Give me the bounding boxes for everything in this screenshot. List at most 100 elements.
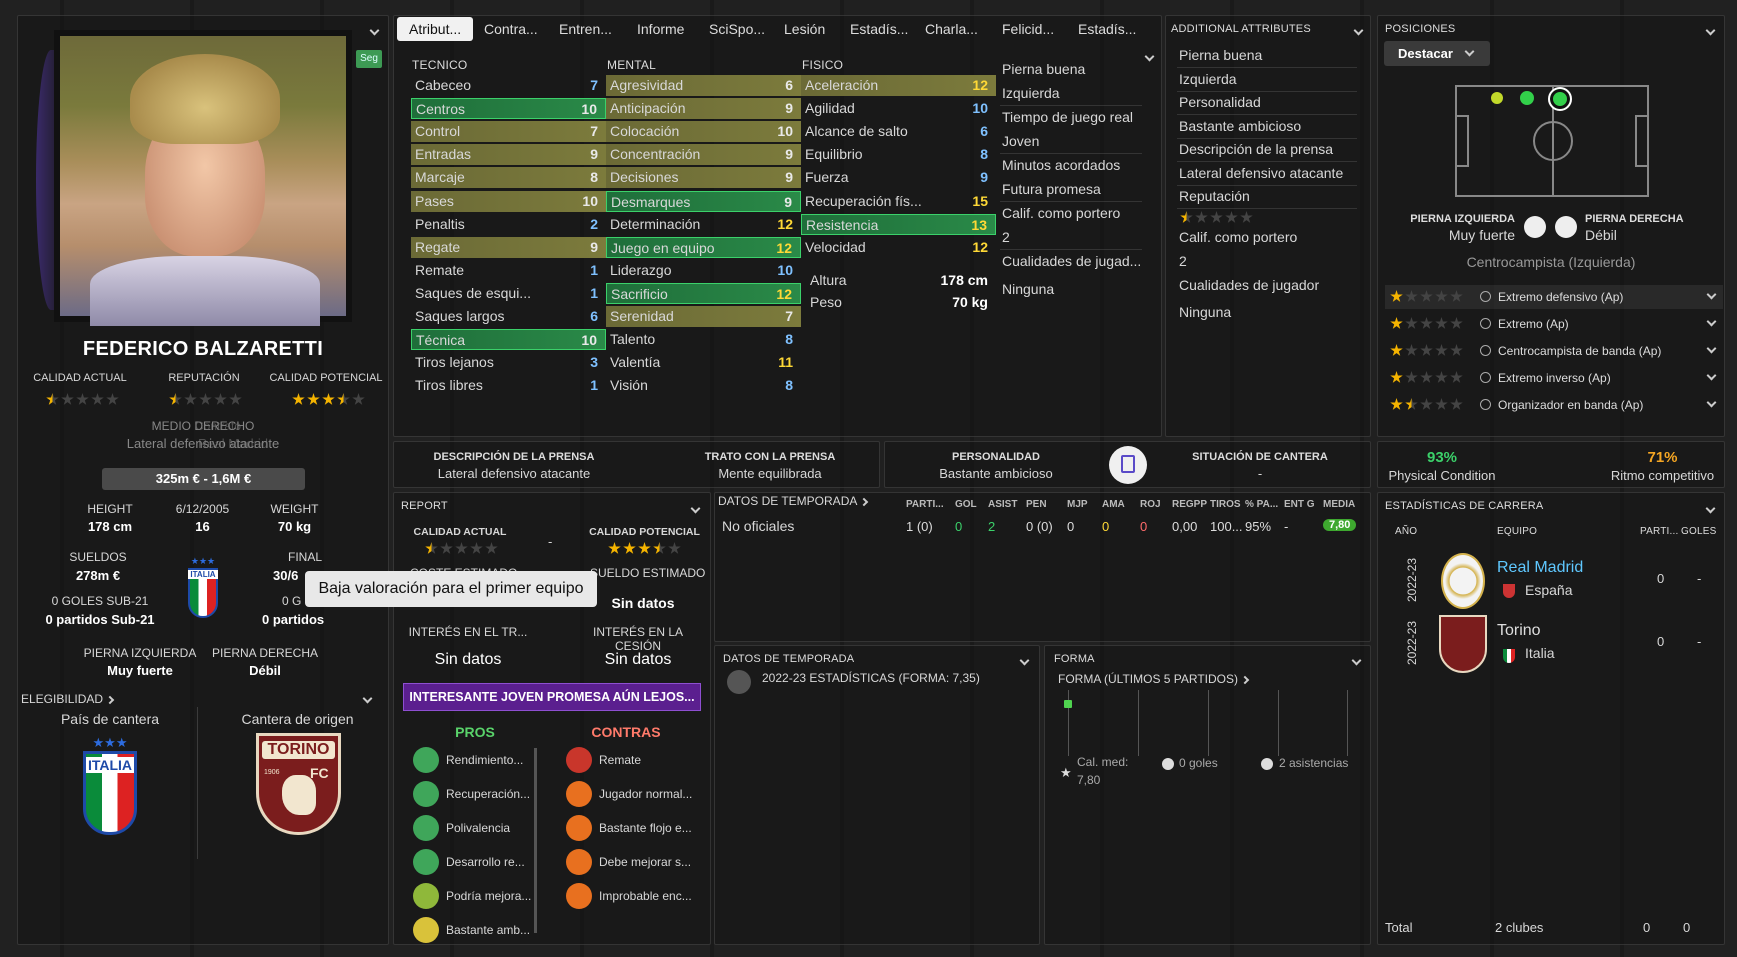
- attr-row-tecnico[interactable]: Penaltis 2: [411, 214, 606, 235]
- role-row[interactable]: Extremo inverso (Ap): [1385, 366, 1723, 390]
- attr-row-mental[interactable]: Serenidad 7: [606, 306, 801, 327]
- con-item[interactable]: Bastante flojo e...: [599, 821, 692, 835]
- attr-row-fisico[interactable]: Recuperación fís... 15: [801, 191, 996, 212]
- attr-row-mental[interactable]: Valentía 11: [606, 352, 801, 373]
- pro-item[interactable]: Podría mejora...: [446, 889, 531, 903]
- tab-4[interactable]: SciSpo...: [697, 17, 777, 41]
- right-foot-label: PIERNA DERECHA: [211, 646, 319, 660]
- attr-row-mental[interactable]: Determinación 12: [606, 214, 801, 235]
- attr-row-tecnico[interactable]: Control 7: [411, 121, 606, 143]
- report-chevron[interactable]: [690, 500, 701, 515]
- tab-6[interactable]: Estadís...: [838, 17, 920, 41]
- tab-7[interactable]: Charla...: [913, 17, 990, 41]
- attr-row-mental[interactable]: Talento 8: [606, 329, 801, 350]
- career-team[interactable]: Torino: [1497, 622, 1541, 640]
- attr-row-tecnico[interactable]: Pases 10: [411, 190, 606, 212]
- attr-row-tecnico[interactable]: Centros 10: [411, 98, 606, 120]
- attr-row-mental[interactable]: Agresividad 6: [606, 75, 801, 96]
- info-icon[interactable]: [1480, 399, 1491, 410]
- positions-chevron[interactable]: [1705, 22, 1716, 37]
- con-item[interactable]: Debe mejorar s...: [599, 855, 691, 869]
- attr-row-mental[interactable]: Juego en equipo 12: [606, 236, 801, 258]
- pro-item[interactable]: Desarrollo re...: [446, 855, 525, 869]
- con-item[interactable]: Jugador normal...: [599, 787, 692, 801]
- info-icon[interactable]: [1480, 318, 1491, 329]
- profile-menu-chevron[interactable]: [369, 22, 380, 37]
- pro-item[interactable]: Recuperación...: [446, 787, 530, 801]
- info-icon[interactable]: [1480, 291, 1491, 302]
- attr-row-tecnico[interactable]: Saques de esqui... 1: [411, 283, 606, 304]
- attr-row-fisico[interactable]: Resistencia 13: [801, 213, 996, 235]
- attr-row-tecnico[interactable]: Regate 9: [411, 236, 606, 258]
- attr-row-mental[interactable]: Concentración 9: [606, 144, 801, 166]
- role-row[interactable]: Centrocampista de banda (Ap): [1385, 339, 1723, 363]
- career-title: ESTADÍSTICAS DE CARRERA: [1385, 500, 1544, 512]
- season-stats-chevron[interactable]: [1019, 652, 1030, 667]
- role-row[interactable]: Extremo defensivo (Ap): [1385, 285, 1723, 309]
- attr-row-fisico[interactable]: Agilidad 10: [801, 98, 996, 119]
- info-icon[interactable]: [1480, 372, 1491, 383]
- attr-row-mental[interactable]: Desmarques 9: [606, 190, 801, 212]
- con-item[interactable]: Remate: [599, 753, 641, 767]
- role-row[interactable]: Organizador en banda (Ap): [1385, 393, 1723, 417]
- tab-2[interactable]: Entren...: [547, 17, 624, 41]
- attr-row-mental[interactable]: Liderazgo 10: [606, 260, 801, 281]
- role-row[interactable]: Extremo (Ap): [1385, 312, 1723, 336]
- attr-row-mental[interactable]: Colocación 10: [606, 121, 801, 143]
- highlight-dropdown[interactable]: Destacar: [1384, 41, 1490, 66]
- tab-3[interactable]: Informe: [625, 17, 696, 41]
- attr-row-fisico[interactable]: Equilibrio 8: [801, 144, 996, 165]
- attr-row-tecnico[interactable]: Entradas 9: [411, 144, 606, 166]
- attr-row-tecnico[interactable]: Marcaje 8: [411, 167, 606, 189]
- career-total-apps: 0: [1643, 920, 1651, 935]
- pro-item[interactable]: Polivalencia: [446, 821, 510, 835]
- position-dot-aml[interactable]: [1548, 87, 1572, 111]
- chevron-down-icon[interactable]: [1706, 370, 1717, 381]
- attr-row-mental[interactable]: Decisiones 9: [606, 167, 801, 189]
- attr-row-mental[interactable]: Visión 8: [606, 375, 801, 396]
- attr-row-fisico[interactable]: Velocidad 12: [801, 237, 996, 258]
- attr-row-mental[interactable]: Sacrificio 12: [606, 282, 801, 304]
- info-icon[interactable]: [1480, 345, 1491, 356]
- pro-item[interactable]: Bastante amb...: [446, 923, 530, 937]
- tab-9[interactable]: Estadís...: [1066, 17, 1148, 41]
- chevron-down-icon[interactable]: [1706, 316, 1717, 327]
- status-badge[interactable]: Seg: [356, 50, 382, 68]
- tab-0[interactable]: Atribut...: [397, 17, 473, 41]
- pro-item[interactable]: Rendimiento...: [446, 753, 523, 767]
- tab-5[interactable]: Lesión: [772, 17, 837, 41]
- career-chevron[interactable]: [1705, 500, 1716, 515]
- con-item[interactable]: Improbable enc...: [599, 889, 692, 903]
- chevron-down-icon[interactable]: [1706, 289, 1717, 300]
- season-data-title-link[interactable]: DATOS DE TEMPORADA: [718, 494, 869, 508]
- attr-row-tecnico[interactable]: Saques largos 6: [411, 306, 606, 327]
- position-dot-ml[interactable]: [1520, 91, 1534, 105]
- attr-row-fisico[interactable]: Fuerza 9: [801, 167, 996, 188]
- career-team[interactable]: Real Madrid: [1497, 559, 1583, 577]
- chevron-down-icon[interactable]: [1706, 397, 1717, 408]
- notepad-icon[interactable]: [1109, 446, 1147, 484]
- attr-row-fisico[interactable]: Aceleración 12: [801, 75, 996, 96]
- report-summary-button[interactable]: INTERESANTE JOVEN PROMESA AÚN LEJOS...: [403, 683, 701, 711]
- tabs-overflow-chevron[interactable]: [1144, 48, 1155, 63]
- additional-attributes-chevron[interactable]: [1353, 22, 1364, 37]
- form-sub-link[interactable]: FORMA (ÚLTIMOS 5 PARTIDOS): [1058, 672, 1250, 686]
- attr-row-tecnico[interactable]: Remate 1: [411, 260, 606, 281]
- value-range[interactable]: 325m € - 1,6M €: [102, 468, 305, 490]
- pros-scrollbar[interactable]: [534, 748, 537, 933]
- position-dot-dm[interactable]: [1491, 92, 1503, 104]
- form-dot[interactable]: [1064, 700, 1072, 708]
- eligibility-collapse-chevron[interactable]: [362, 690, 373, 705]
- tab-8[interactable]: Felicid...: [990, 17, 1066, 41]
- attr-row-tecnico[interactable]: Tiros libres 1: [411, 375, 606, 396]
- attr-row-tecnico[interactable]: Tiros lejanos 3: [411, 352, 606, 373]
- form-chevron[interactable]: [1351, 652, 1362, 667]
- tab-1[interactable]: Contra...: [472, 17, 550, 41]
- attr-row-mental[interactable]: Anticipación 9: [606, 98, 801, 120]
- chevron-down-icon[interactable]: [1706, 343, 1717, 354]
- attr-row-tecnico[interactable]: Técnica 10: [411, 329, 606, 351]
- attr-row-fisico[interactable]: Alcance de salto 6: [801, 121, 996, 142]
- eligibility-link[interactable]: ELEGIBILIDAD: [21, 692, 115, 706]
- attr-row-tecnico[interactable]: Cabeceo 7: [411, 75, 606, 96]
- loan-interest-value: Sin datos: [604, 651, 672, 668]
